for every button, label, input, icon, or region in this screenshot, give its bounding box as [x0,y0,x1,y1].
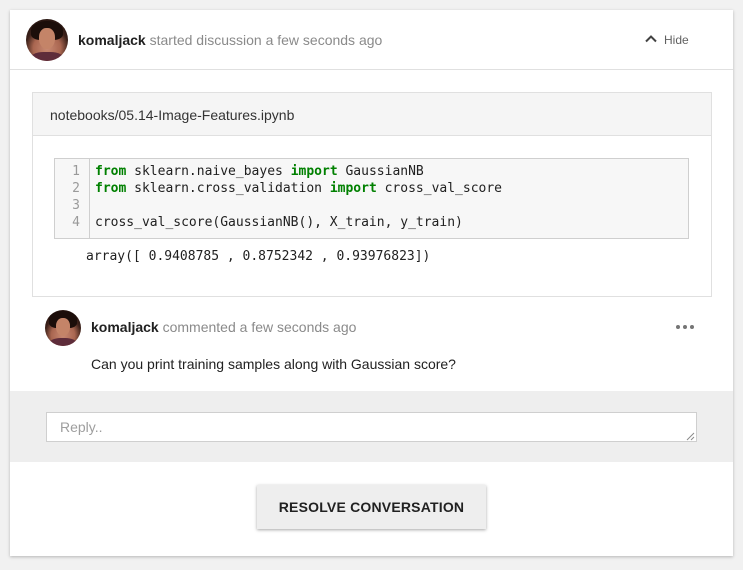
avatar [26,19,68,61]
keyword: from [95,164,127,179]
comment-action: commented [162,319,236,335]
file-path[interactable]: notebooks/05.14-Image-Features.ipynb [50,106,294,124]
file-snippet: notebooks/05.14-Image-Features.ipynb 1 2… [32,92,712,297]
comment-meta: komaljack commented a few seconds ago [91,318,356,336]
discussion-time: a few seconds ago [265,32,383,48]
discussion-author[interactable]: komaljack [78,32,146,48]
resolve-conversation-button[interactable]: RESOLVE CONVERSATION [257,485,486,529]
code-line: from sklearn.cross_validation import cro… [95,181,503,196]
cell-output: array([ 0.9408785 , 0.8752342 , 0.939768… [86,249,431,264]
reply-area [10,391,733,462]
reply-input[interactable] [46,412,697,442]
more-horizontal-icon[interactable] [675,322,695,332]
avatar [45,310,81,346]
discussion-meta: komaljack started discussion a few secon… [78,31,382,49]
code-cell: 1 2 3 4 from sklearn.naive_bayes import … [54,158,689,239]
discussion-header: komaljack started discussion a few secon… [10,10,733,70]
keyword: import [290,164,338,179]
line-number: 2 [72,181,80,196]
comment-author[interactable]: komaljack [91,319,159,335]
resize-handle-icon[interactable] [686,432,695,441]
line-number: 4 [72,215,80,230]
hide-label: Hide [664,33,689,47]
chevron-up-icon [645,35,657,43]
keyword: import [329,181,377,196]
code-line: cross_val_score(GaussianNB(), X_train, y… [95,215,463,230]
comment-body: Can you print training samples along wit… [91,356,456,372]
file-header: notebooks/05.14-Image-Features.ipynb [33,93,711,136]
line-number: 1 [72,164,80,179]
discussion-action: started discussion [149,32,262,48]
keyword: from [95,181,127,196]
code-line: from sklearn.naive_bayes import Gaussian… [95,164,424,179]
discussion-card: komaljack started discussion a few secon… [10,10,733,556]
line-number-gutter: 1 2 3 4 [55,159,90,238]
comment-time: a few seconds ago [239,319,357,335]
line-number: 3 [72,198,80,213]
